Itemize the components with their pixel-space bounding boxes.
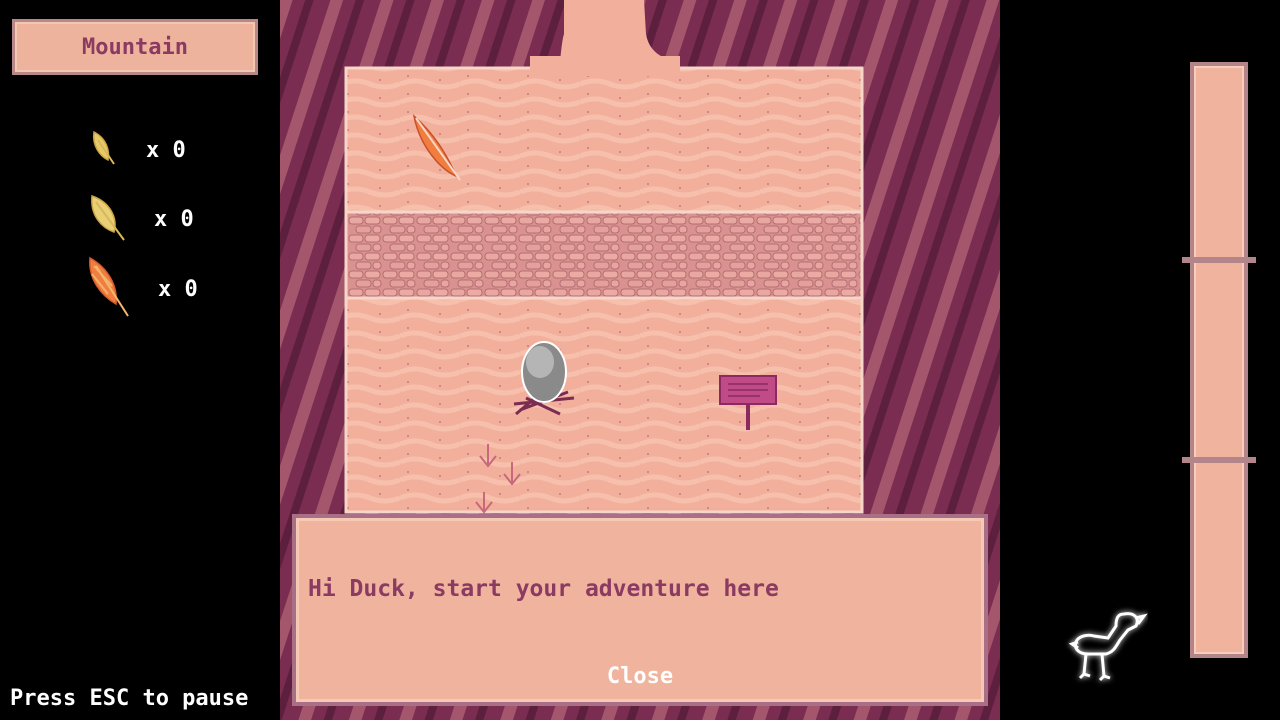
left-hud-panel: Mountain x 0 x 0 x 0 Press ESC to pause [0, 0, 280, 720]
large-feather-counter: x 0 [84, 192, 194, 246]
progress-marker-lower [1182, 457, 1256, 463]
small-yellow-feather-icon [84, 128, 120, 172]
duck-character-icon [1064, 604, 1148, 692]
pause-hint: Press ESC to pause [10, 686, 249, 711]
orange-feather-icon [84, 256, 132, 322]
progress-meter [1190, 62, 1248, 658]
orange-feather-count: x 0 [158, 276, 198, 302]
dialog-message: Hi Duck, start your adventure here [308, 576, 779, 602]
large-yellow-feather-icon [84, 192, 128, 246]
small-feather-counter: x 0 [84, 128, 186, 172]
area-name-label: Mountain [82, 34, 188, 60]
close-button[interactable]: Close [296, 664, 984, 689]
small-feather-count: x 0 [146, 137, 186, 163]
large-feather-count: x 0 [154, 206, 194, 232]
area-name-banner: Mountain [12, 19, 258, 75]
orange-feather-counter: x 0 [84, 256, 198, 322]
dialog-box: Hi Duck, start your adventure here Close [292, 514, 988, 706]
progress-marker-upper [1182, 257, 1256, 263]
